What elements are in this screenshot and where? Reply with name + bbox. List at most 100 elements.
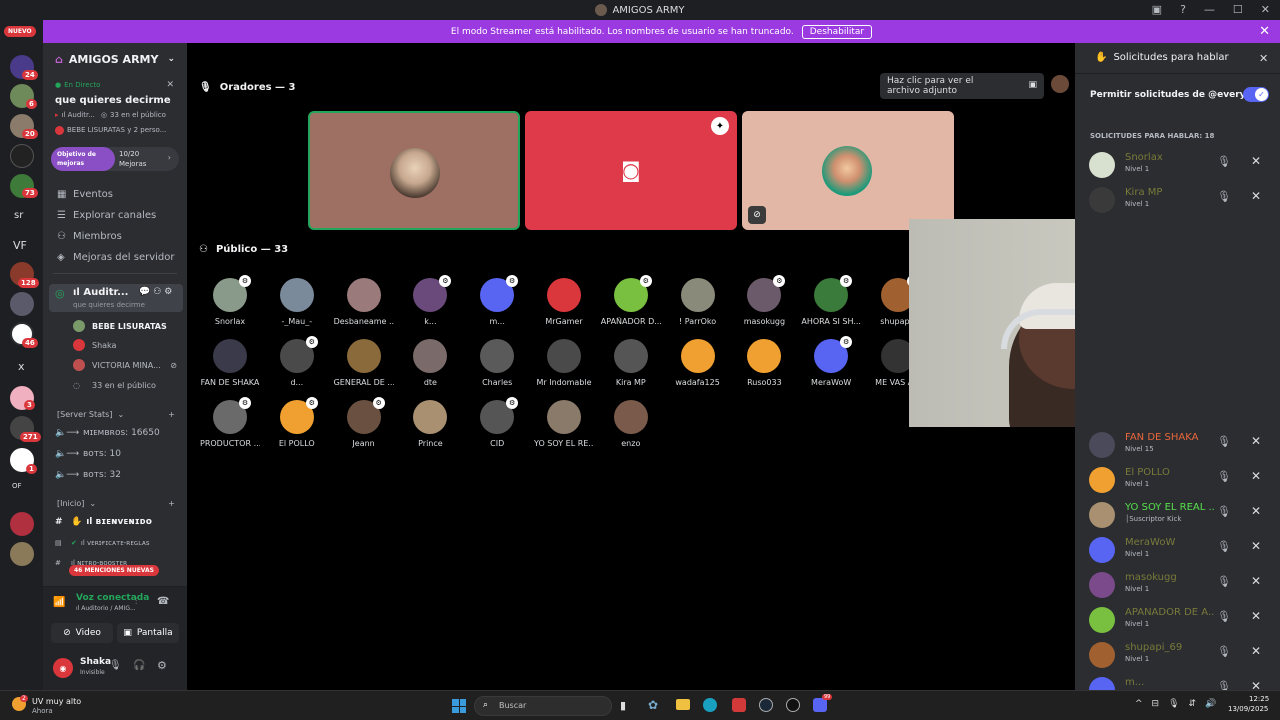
- edge-icon[interactable]: [703, 698, 717, 712]
- audience-member[interactable]: Kira MP: [601, 339, 661, 387]
- speak-request-row[interactable]: YO SOY EL REAL ... │Suscriptor Kick 🎙 ✕: [1089, 500, 1269, 530]
- active-stage-channel[interactable]: ◎ ıl Auditr... 💬⚇⚙ que quieres decirme: [49, 284, 183, 312]
- server-text-icon[interactable]: OF: [12, 482, 22, 490]
- speak-request-row[interactable]: Kira MP Nivel 1 🎙 ✕: [1089, 185, 1269, 215]
- audience-member[interactable]: YO SOY EL RE...: [534, 400, 594, 448]
- audience-member[interactable]: ⚙ Jeann: [334, 397, 394, 448]
- close-banner-icon[interactable]: ✕: [1259, 24, 1270, 39]
- copilot-icon[interactable]: ✿: [648, 698, 658, 712]
- minimize-icon[interactable]: —: [1204, 3, 1215, 16]
- voice-user[interactable]: VICTORIA MINA... ⊘: [43, 358, 187, 372]
- audience-member[interactable]: Prince: [400, 400, 460, 448]
- audience-member[interactable]: -_Mau_-: [267, 278, 327, 326]
- maximize-icon[interactable]: ☐: [1233, 3, 1243, 16]
- discord-taskbar-icon[interactable]: [813, 698, 827, 712]
- stats-channel[interactable]: 🔈⟶ ʙᴏᴛs: 32: [43, 468, 187, 482]
- speaker-tile[interactable]: ⊘: [742, 111, 954, 230]
- audience-member[interactable]: ⚙ masokugg: [734, 275, 794, 326]
- file-explorer-icon[interactable]: [676, 699, 690, 710]
- nav-members[interactable]: ⚇ Miembros: [43, 229, 187, 243]
- dismiss-request-icon[interactable]: ✕: [1251, 574, 1261, 588]
- channel-actions[interactable]: 💬⚇⚙: [139, 287, 175, 297]
- stats-channel[interactable]: 🔈⟶ ᴍɪᴇᴍʙʀᴏs: 16650: [43, 426, 187, 440]
- inbox-icon[interactable]: ▣: [1152, 3, 1162, 16]
- category-inicio[interactable]: [Inicio] ⌄ +: [43, 496, 187, 510]
- invite-to-speak-icon[interactable]: 🎙: [1217, 610, 1231, 623]
- avatar[interactable]: [1051, 75, 1069, 93]
- weather-widget[interactable]: 2 UV muy alto Ahora: [12, 695, 92, 717]
- obs-icon[interactable]: [786, 698, 800, 712]
- attachment-tooltip[interactable]: Haz clic para ver el archivo adjunto ▣: [880, 73, 1044, 99]
- server-icon[interactable]: [10, 512, 34, 536]
- live-event-card[interactable]: ● En Directo ✕: [43, 78, 187, 92]
- nav-browse-channels[interactable]: ☰ Explorar canales: [43, 208, 187, 222]
- close-window-icon[interactable]: ✕: [1261, 3, 1270, 16]
- avatar[interactable]: ◉: [53, 658, 73, 678]
- boost-goal-card[interactable]: Objetivo de mejoras 10/20 Mejoras ›: [51, 147, 179, 171]
- speaker-tile[interactable]: ◙ ✦: [525, 111, 737, 230]
- server-text-icon[interactable]: sr: [14, 210, 23, 221]
- audience-member[interactable]: ⚙ AHORA SI SH...: [801, 275, 861, 326]
- invite-to-speak-icon[interactable]: 🎙: [1217, 435, 1231, 448]
- audience-member[interactable]: ! ParrOko: [668, 278, 728, 326]
- speak-request-row[interactable]: El POLLO Nivel 1 🎙 ✕: [1089, 465, 1269, 495]
- audience-member[interactable]: Ruso033: [734, 339, 794, 387]
- invite-to-speak-icon[interactable]: 🎙: [1217, 470, 1231, 483]
- close-event-icon[interactable]: ✕: [166, 80, 174, 90]
- audience-member[interactable]: enzo: [601, 400, 661, 448]
- audience-member[interactable]: Charles: [467, 339, 527, 387]
- server-icon[interactable]: [10, 144, 34, 168]
- headphones-icon[interactable]: 🎧: [133, 660, 145, 671]
- dismiss-request-icon[interactable]: ✕: [1251, 154, 1261, 168]
- server-icon[interactable]: [10, 292, 34, 316]
- invite-to-speak-icon[interactable]: 🎙: [1217, 505, 1231, 518]
- speak-request-row[interactable]: Snorlax Nivel 1 🎙 ✕: [1089, 150, 1269, 180]
- allow-requests-toggle[interactable]: ✓: [1243, 87, 1269, 102]
- text-channel[interactable]: # ✋ ıl ʙɪᴇɴᴠᴇɴɪᴅᴏ: [43, 515, 187, 529]
- dismiss-request-icon[interactable]: ✕: [1251, 539, 1261, 553]
- audience-count-row[interactable]: ◌ 33 en el público: [43, 378, 187, 392]
- audience-member[interactable]: ⚙ CID: [467, 397, 527, 448]
- disable-streamer-button[interactable]: Deshabilitar: [801, 24, 873, 39]
- audience-member[interactable]: ⚙ k...: [400, 275, 460, 326]
- speak-request-row[interactable]: MeraWoW Nivel 1 🎙 ✕: [1089, 535, 1269, 565]
- video-button[interactable]: ⊘ Video: [51, 623, 113, 643]
- audience-member[interactable]: GENERAL DE ...: [334, 339, 394, 387]
- server-header[interactable]: ⌂ AMIGOS ARMY ⌄: [43, 51, 187, 67]
- dismiss-request-icon[interactable]: ✕: [1251, 189, 1261, 203]
- invite-to-speak-icon[interactable]: 🎙: [1217, 645, 1231, 658]
- steam-icon[interactable]: [759, 698, 773, 712]
- speak-request-row[interactable]: shupapi_69 Nivel 1 🎙 ✕: [1089, 640, 1269, 670]
- new-mentions-pill[interactable]: 46 MENCIONES NUEVAS: [69, 565, 159, 576]
- audience-member[interactable]: MrGamer: [534, 278, 594, 326]
- task-view-icon[interactable]: ▮: [620, 699, 626, 712]
- dismiss-request-icon[interactable]: ✕: [1251, 469, 1261, 483]
- invite-to-speak-icon[interactable]: 🎙: [1217, 575, 1231, 588]
- audience-member[interactable]: ⚙ d...: [267, 336, 327, 387]
- disconnect-icon[interactable]: ☎: [157, 596, 169, 607]
- tray-icons[interactable]: ^⊟🎙⇵🔊: [1135, 699, 1225, 709]
- dismiss-request-icon[interactable]: ✕: [1251, 434, 1261, 448]
- server-text-icon[interactable]: x: [18, 360, 25, 373]
- noise-suppression-icon[interactable]: ⫶: [135, 597, 137, 607]
- audience-member[interactable]: Mr Indomable: [534, 339, 594, 387]
- audience-member[interactable]: ⚙ m...: [467, 275, 527, 326]
- audience-member[interactable]: ⚙ PRODUCTOR ...: [200, 397, 260, 448]
- invite-to-speak-icon[interactable]: 🎙: [1217, 540, 1231, 553]
- speak-request-row[interactable]: masokugg Nivel 1 🎙 ✕: [1089, 570, 1269, 600]
- text-channel[interactable]: ▤ ✔ ıl ᴠᴇʀɪғɪᴄᴀᴛᴇ-ʀᴇɢʟᴀs: [43, 536, 187, 550]
- taskbar-search[interactable]: ⌕ Buscar: [474, 696, 612, 716]
- add-channel-icon[interactable]: +: [168, 410, 175, 419]
- audience-member[interactable]: Desbaneame ...: [334, 278, 394, 326]
- invite-to-speak-icon[interactable]: 🎙: [1217, 155, 1231, 168]
- help-icon[interactable]: ?: [1180, 3, 1186, 16]
- add-channel-icon[interactable]: +: [168, 499, 175, 508]
- windows-start-icon[interactable]: [452, 699, 466, 713]
- server-icon[interactable]: [10, 542, 34, 566]
- audience-member[interactable]: ⚙ APAÑADOR D...: [601, 275, 661, 326]
- audience-member[interactable]: dte: [400, 339, 460, 387]
- audience-member[interactable]: ⚙ Snorlax: [200, 275, 260, 326]
- office-icon[interactable]: [732, 698, 746, 712]
- audience-member[interactable]: ⚙ MeraWoW: [801, 336, 861, 387]
- speaker-tile[interactable]: [308, 111, 520, 230]
